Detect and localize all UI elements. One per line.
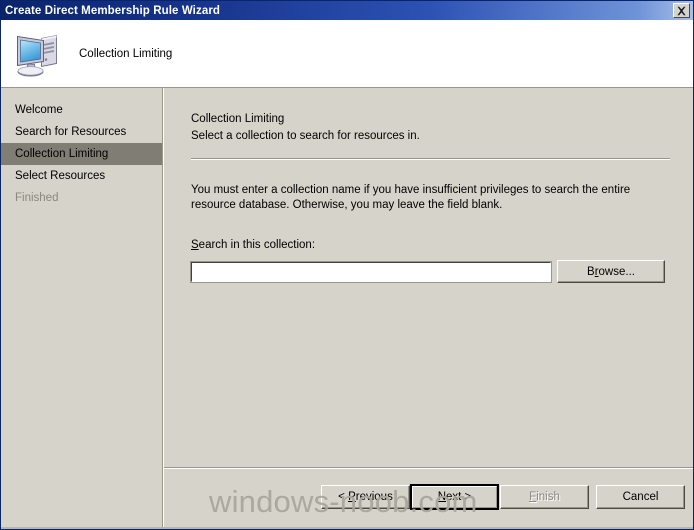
footer-divider xyxy=(164,467,693,469)
accelerator-letter: S xyxy=(191,239,199,251)
wizard-header: Collection Limiting xyxy=(1,20,693,87)
sidebar-item-label: Collection Limiting xyxy=(15,148,109,160)
page-subtitle: Select a collection to search for resour… xyxy=(191,130,420,142)
next-button-label: Next > xyxy=(437,491,472,503)
browse-button-label: Browse... xyxy=(587,265,635,278)
accelerator-letter: F xyxy=(529,491,537,503)
sidebar-item-welcome[interactable]: Welcome xyxy=(1,99,162,121)
page-title: Collection Limiting xyxy=(191,113,285,125)
sidebar-item-label: Finished xyxy=(15,192,59,204)
sidebar-item-collection-limiting[interactable]: Collection Limiting xyxy=(1,143,162,165)
sidebar-item-label: Search for Resources xyxy=(15,126,127,138)
accelerator-letter: r xyxy=(594,265,599,278)
finish-button-label: Finish xyxy=(529,491,560,503)
instruction-text: You must enter a collection name if you … xyxy=(191,184,631,211)
cancel-button-label: Cancel xyxy=(622,491,659,503)
close-icon xyxy=(677,6,686,15)
accelerator-letter: N xyxy=(437,491,447,503)
wizard-page-content: Collection Limiting Select a collection … xyxy=(164,88,693,529)
accelerator-letter: P xyxy=(348,491,356,503)
computer-icon xyxy=(17,34,57,76)
sidebar-item-label: Welcome xyxy=(15,104,63,116)
wizard-dialog: Create Direct Membership Rule Wizard Col… xyxy=(0,0,694,530)
next-button[interactable]: Next > xyxy=(410,484,499,510)
close-button[interactable] xyxy=(673,3,690,18)
previous-button[interactable]: < Previous xyxy=(321,485,410,509)
collection-search-input[interactable] xyxy=(190,261,552,283)
sidebar-item-search-for-resources[interactable]: Search for Resources xyxy=(1,121,162,143)
previous-button-label: < Previous xyxy=(338,491,393,503)
footer-button-bar: < Previous Next > Finish Cancel xyxy=(164,484,693,511)
collection-field-label: Search in this collection: xyxy=(191,239,315,251)
title-bar: Create Direct Membership Rule Wizard xyxy=(1,1,693,20)
finish-button: Finish xyxy=(500,485,589,509)
content-divider xyxy=(191,158,670,160)
sidebar-item-label: Select Resources xyxy=(15,170,106,182)
browse-button[interactable]: Browse... xyxy=(557,260,665,283)
sidebar-item-finished: Finished xyxy=(1,187,162,209)
header-title: Collection Limiting xyxy=(79,47,173,60)
window-title: Create Direct Membership Rule Wizard xyxy=(5,4,221,17)
dialog-bottom-edge xyxy=(1,527,693,529)
dialog-body: Welcome Search for Resources Collection … xyxy=(1,88,693,529)
cancel-button[interactable]: Cancel xyxy=(596,485,685,509)
sidebar-item-select-resources[interactable]: Select Resources xyxy=(1,165,162,187)
wizard-steps-sidebar: Welcome Search for Resources Collection … xyxy=(1,88,162,529)
collection-field-label-rest: earch in this collection: xyxy=(198,239,316,251)
